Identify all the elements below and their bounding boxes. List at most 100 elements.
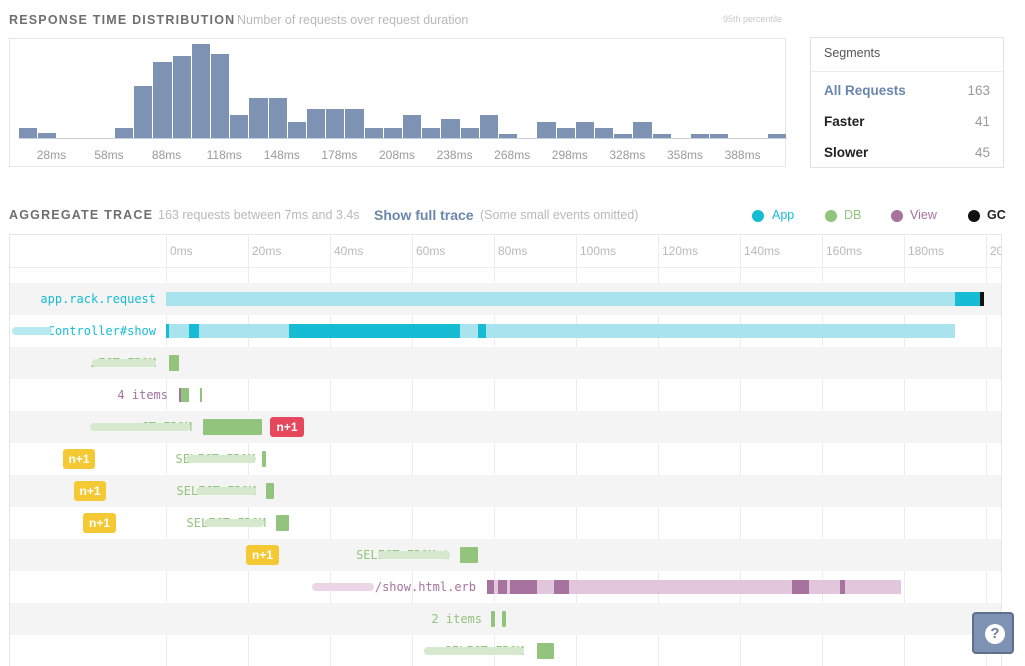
- trace-bar-segment[interactable]: [509, 580, 538, 594]
- legend-label: DB: [844, 208, 862, 222]
- histogram-x-tick: 28ms: [36, 148, 67, 162]
- trace-row[interactable]: 2 items: [10, 603, 1001, 635]
- trace-bar-segment[interactable]: [478, 324, 487, 338]
- histogram-bar[interactable]: [191, 44, 210, 138]
- n-plus-one-badge[interactable]: n+1: [63, 449, 95, 469]
- histogram-bar[interactable]: [537, 122, 556, 138]
- histogram-bar[interactable]: [115, 128, 134, 138]
- histogram-bar[interactable]: [633, 122, 652, 138]
- trace-bar-segment[interactable]: [166, 324, 169, 338]
- histogram-bar[interactable]: [422, 128, 441, 138]
- histogram-bar[interactable]: [364, 128, 383, 138]
- n-plus-one-badge[interactable]: n+1: [83, 513, 116, 533]
- histogram-bar[interactable]: [38, 133, 57, 138]
- distribution-title: RESPONSE TIME DISTRIBUTION: [9, 13, 236, 27]
- histogram-x-tick: 118ms: [206, 148, 242, 162]
- trace-bar-segment[interactable]: [276, 515, 290, 531]
- trace-bar-segment[interactable]: [181, 388, 189, 402]
- trace-bar-segment[interactable]: [166, 292, 956, 306]
- n-plus-one-badge[interactable]: n+1: [74, 481, 106, 501]
- trace-row[interactable]: sController#show: [10, 315, 1001, 347]
- trace-row[interactable]: SELECT FROM tn+1: [10, 539, 1001, 571]
- trace-row[interactable]: app.rack.request: [10, 283, 1001, 315]
- trace-row[interactable]: SELECT FROMn+1: [10, 507, 1001, 539]
- trace-bar-segment[interactable]: [168, 355, 180, 371]
- trace-bar-segment[interactable]: [200, 388, 203, 402]
- histogram-bar[interactable]: [710, 134, 729, 138]
- histogram-bar[interactable]: [345, 109, 364, 138]
- histogram-bar[interactable]: [134, 86, 153, 138]
- show-full-trace-link[interactable]: Show full trace: [374, 207, 474, 223]
- trace-row[interactable]: 4 items: [10, 379, 1001, 411]
- histogram-x-tick: 208ms: [378, 148, 416, 162]
- histogram-bar[interactable]: [153, 62, 172, 138]
- histogram-bar[interactable]: [230, 115, 249, 138]
- segment-label[interactable]: Slower: [824, 145, 868, 160]
- trace-bar-segment[interactable]: [502, 611, 507, 627]
- segment-label[interactable]: All Requests: [824, 83, 906, 98]
- trace-bar-segment[interactable]: [553, 580, 570, 594]
- histogram-bar[interactable]: [383, 128, 402, 138]
- trace-bar-segment[interactable]: [262, 451, 267, 467]
- trace-row[interactable]: /show.html.erb: [10, 571, 1001, 603]
- histogram-bar[interactable]: [19, 128, 38, 138]
- n-plus-one-badge[interactable]: n+1: [246, 545, 279, 565]
- histogram-bar[interactable]: [172, 56, 191, 138]
- trace-bar-segment[interactable]: [188, 324, 200, 338]
- trace-bar-segment[interactable]: [537, 643, 554, 659]
- response-time-histogram[interactable]: 28ms 58ms 88ms 118ms 148ms 178ms 208ms 238ms 268…: [9, 38, 787, 167]
- histogram-bar[interactable]: [249, 98, 268, 138]
- redacted-text: [378, 551, 450, 559]
- histogram-bar[interactable]: [614, 134, 633, 138]
- trace-bar-segment[interactable]: [491, 611, 496, 627]
- trace-bar-segment[interactable]: [289, 324, 460, 338]
- redacted-text: [424, 647, 524, 655]
- timeline-tick: 200: [990, 244, 1001, 258]
- trace-bar-segment[interactable]: [955, 292, 981, 306]
- histogram-bar[interactable]: [767, 134, 786, 138]
- histogram-bar[interactable]: [499, 134, 518, 138]
- histogram-bar[interactable]: [287, 122, 306, 138]
- trace-bar-segment[interactable]: [266, 483, 275, 499]
- trace-row[interactable]: SELECT FROMn+1: [10, 443, 1001, 475]
- trace-row[interactable]: …ECT FROM: [10, 347, 1001, 379]
- trace-bar-segment[interactable]: [166, 324, 956, 338]
- view-legend-dot-icon: [891, 210, 903, 222]
- legend-label: GC: [987, 208, 1006, 222]
- histogram-x-tick: 178ms: [321, 148, 358, 162]
- trace-bar-segment[interactable]: [840, 580, 845, 594]
- help-button[interactable]: ?: [972, 612, 1014, 654]
- segment-count: 45: [974, 145, 990, 160]
- histogram-bar[interactable]: [691, 134, 710, 138]
- trace-bar-segment[interactable]: [498, 580, 508, 594]
- histogram-bar[interactable]: [211, 54, 230, 138]
- trace-row[interactable]: …CT FROMn+1: [10, 411, 1001, 443]
- histogram-bar[interactable]: [403, 115, 422, 138]
- histogram-bar[interactable]: [307, 109, 326, 138]
- n-plus-one-badge[interactable]: n+1: [270, 417, 304, 437]
- segment-label[interactable]: Faster: [824, 114, 865, 129]
- trace-bar-segment[interactable]: [202, 419, 263, 435]
- trace-row[interactable]: SELECT FROM: [10, 635, 1001, 666]
- histogram-bar[interactable]: [652, 134, 671, 138]
- trace-row-label: sController#show: [40, 324, 156, 338]
- timeline-tick: 60ms: [416, 244, 446, 258]
- histogram-x-tick: 238ms: [436, 148, 473, 162]
- histogram-bar[interactable]: [460, 128, 479, 138]
- histogram-bar[interactable]: [556, 128, 575, 138]
- trace-bar-segment[interactable]: [459, 547, 479, 563]
- histogram-bar[interactable]: [268, 98, 287, 138]
- trace-bar-segment[interactable]: [980, 292, 985, 306]
- histogram-bar[interactable]: [595, 128, 614, 138]
- app-legend-dot-icon: [752, 210, 764, 222]
- histogram-bar[interactable]: [575, 122, 594, 138]
- trace-bar-segment[interactable]: [792, 580, 810, 594]
- histogram-bar[interactable]: [441, 119, 460, 138]
- histogram-bar[interactable]: [479, 115, 498, 138]
- trace-bar-segment[interactable]: [487, 580, 901, 594]
- histogram-bar[interactable]: [326, 109, 345, 138]
- timeline-tick: 40ms: [334, 244, 364, 258]
- trace-row[interactable]: SELECT FROMn+1: [10, 475, 1001, 507]
- aggregate-trace-timeline: 0ms 20ms 40ms 60ms 80ms 100ms 120ms 140ms 160ms 1…: [9, 234, 1002, 666]
- trace-bar-segment[interactable]: [487, 580, 494, 594]
